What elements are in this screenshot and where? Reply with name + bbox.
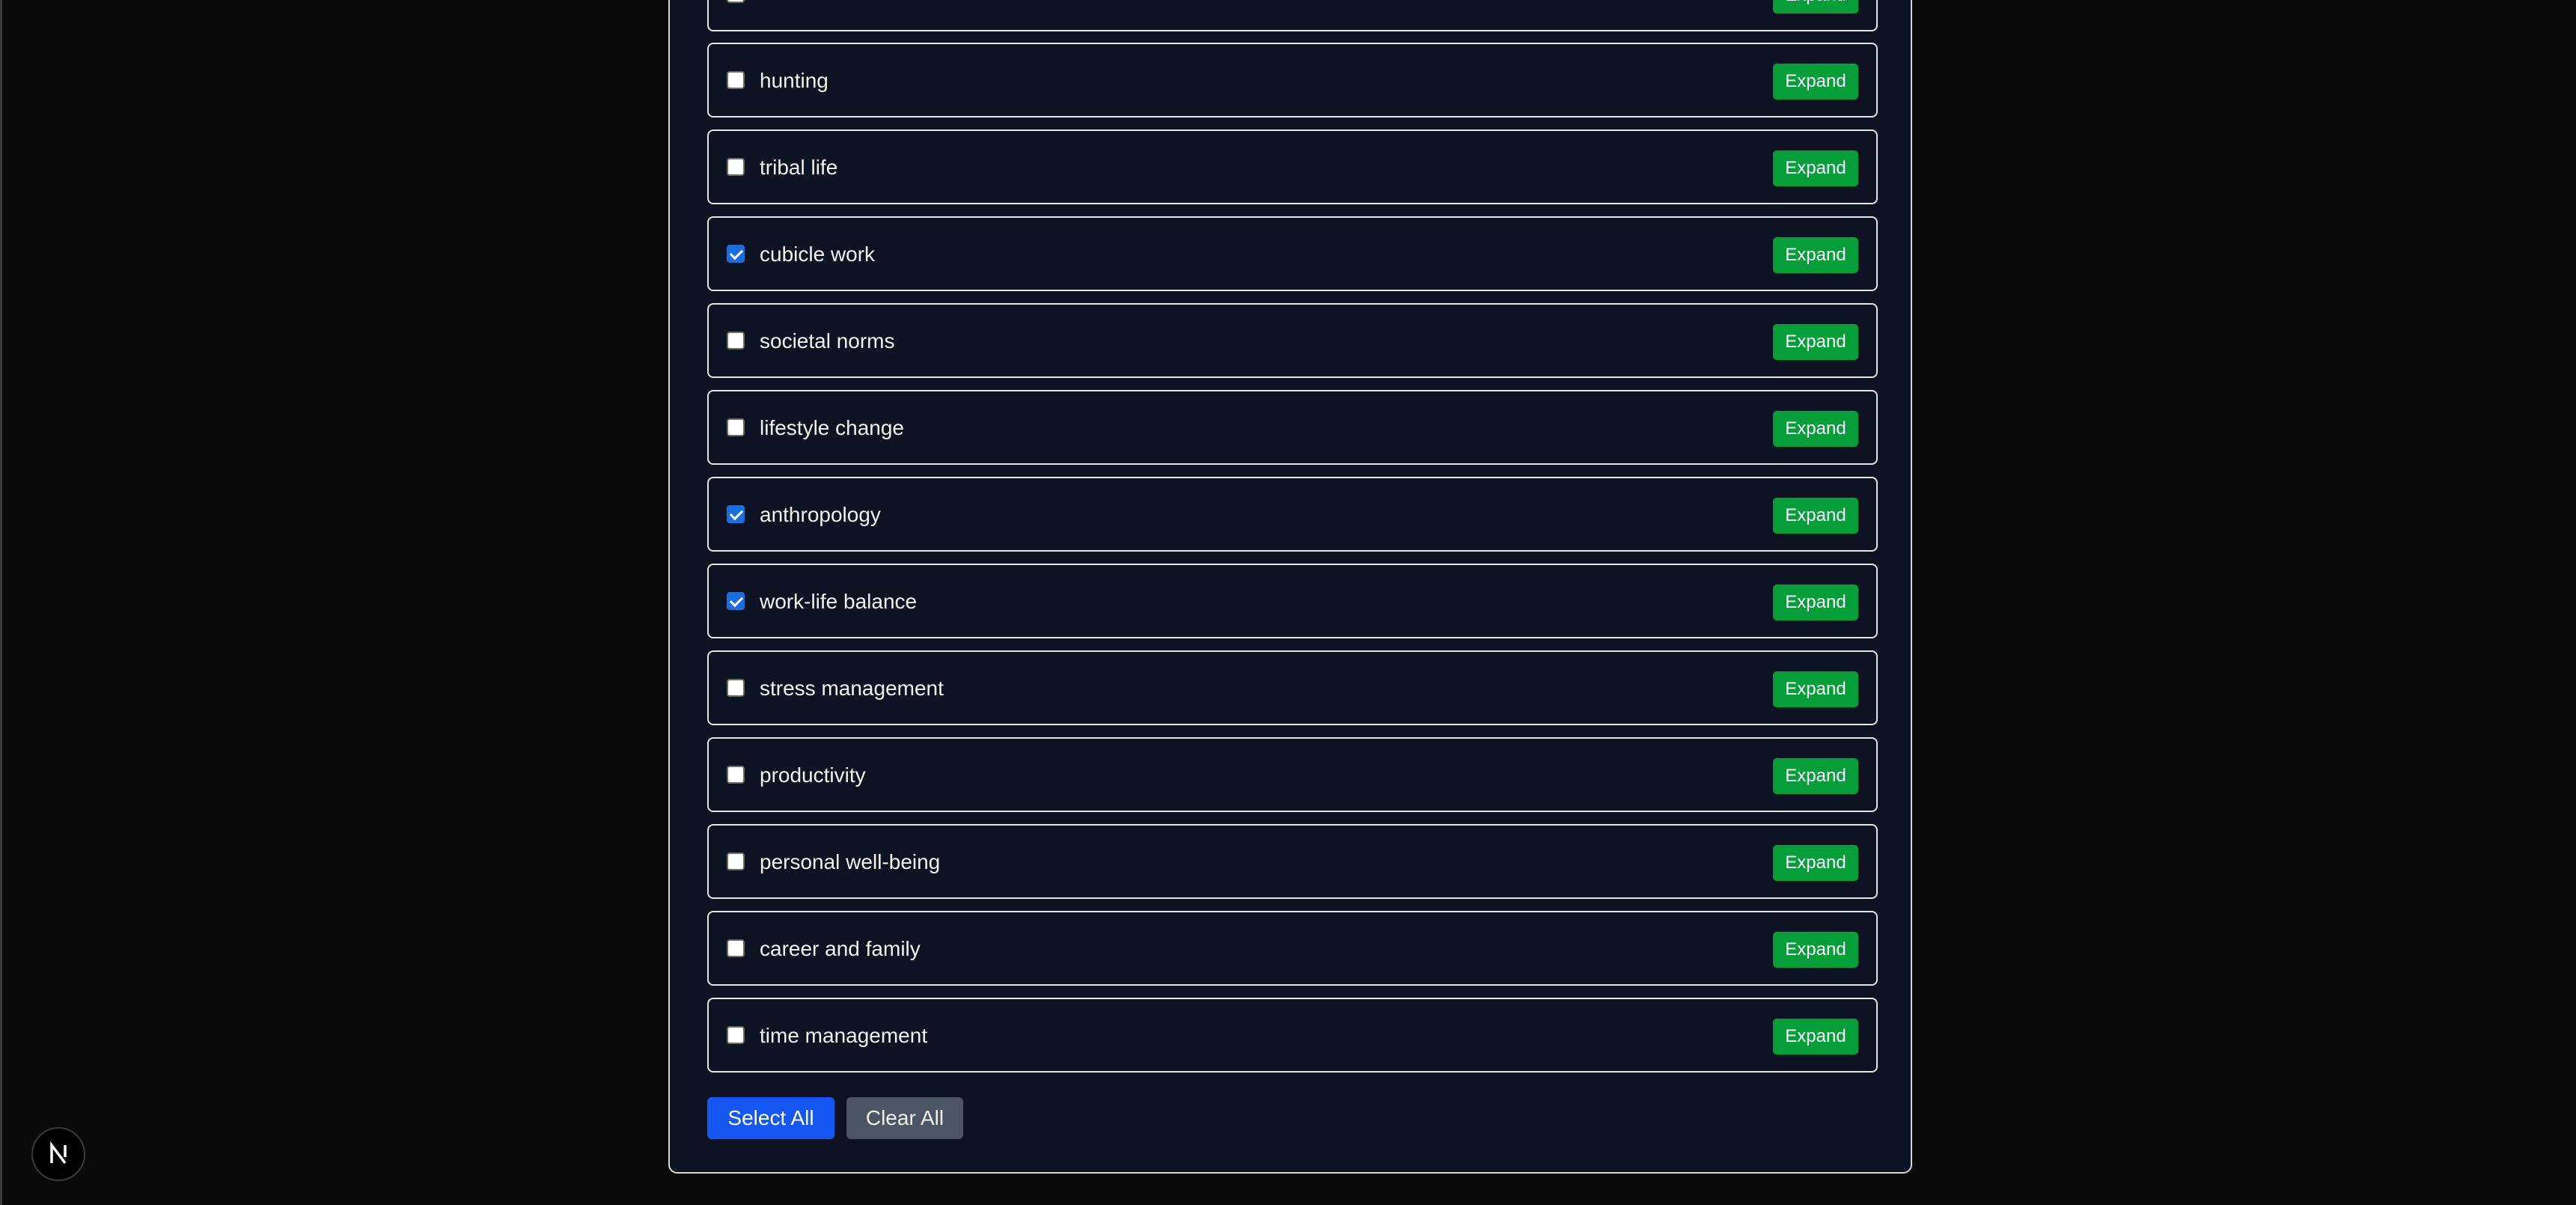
topic-checkbox[interactable] [727,332,745,350]
expand-button[interactable]: Expand [1773,324,1858,360]
topic-row: societal norms Expand [707,303,1878,378]
topic-label: stress management [760,677,944,700]
topic-checkbox[interactable] [727,418,745,436]
topic-checkbox[interactable] [727,592,745,610]
expand-button[interactable]: Expand [1773,845,1858,881]
topic-checkbox[interactable] [727,939,745,957]
topic-row: hunting Expand [707,43,1878,118]
topic-label: cubicle work [760,242,876,266]
topic-label: lifestyle change [760,416,905,439]
topic-checkbox[interactable] [727,158,745,176]
expand-button[interactable]: Expand [1773,498,1858,534]
topic-row: productivity Expand [707,737,1878,812]
topic-checkbox[interactable] [727,0,745,3]
expand-button[interactable]: Expand [1773,411,1858,447]
topic-checkbox[interactable] [727,71,745,89]
topic-label: time management [760,1024,928,1047]
expand-button[interactable]: Expand [1773,932,1858,968]
topic-label: productivity [760,763,866,787]
nextjs-badge[interactable] [31,1127,85,1181]
topic-checkbox[interactable] [727,852,745,870]
topic-label: anthropology [760,503,881,526]
topic-row: work-life balance Expand [707,564,1878,638]
window-edge [0,0,2,1205]
expand-button[interactable]: Expand [1773,585,1858,620]
topic-row: lifestyle change Expand [707,390,1878,465]
topic-checkbox[interactable] [727,245,745,263]
topic-row: personal well-being Expand [707,824,1878,899]
topic-panel: ExpandhuntingExpandtribal lifeExpandcubi… [668,0,1912,1174]
clear-all-button[interactable]: Clear All [846,1097,963,1139]
expand-button[interactable]: Expand [1773,150,1858,186]
topic-checkbox[interactable] [727,505,745,523]
topic-label: tribal life [760,156,838,179]
topic-checkbox[interactable] [727,766,745,784]
expand-button[interactable]: Expand [1773,671,1858,707]
checkmark-icon [729,506,744,521]
topic-label: career and family [760,937,921,960]
topic-row: cubicle work Expand [707,216,1878,291]
expand-button[interactable]: Expand [1773,0,1858,13]
expand-button[interactable]: Expand [1773,758,1858,794]
expand-button[interactable]: Expand [1773,64,1858,100]
topic-row: tribal life Expand [707,129,1878,204]
topic-checkbox[interactable] [727,679,745,697]
topic-row: time management Expand [707,998,1878,1073]
topic-checkbox[interactable] [727,1026,745,1044]
select-all-button[interactable]: Select All [707,1097,834,1139]
nextjs-logo-icon [50,1141,67,1165]
expand-button[interactable]: Expand [1773,237,1858,273]
expand-button[interactable]: Expand [1773,1019,1858,1055]
topic-row: anthropology Expand [707,477,1878,552]
topic-label: hunting [760,69,828,92]
topic-label: societal norms [760,329,895,353]
topic-row: Expand [707,0,1878,31]
topic-label: personal well-being [760,850,941,873]
checkmark-icon [729,245,744,260]
topic-label: work-life balance [760,590,918,613]
checkmark-icon [729,593,744,608]
topic-row: career and family Expand [707,911,1878,986]
topic-row: stress management Expand [707,650,1878,725]
